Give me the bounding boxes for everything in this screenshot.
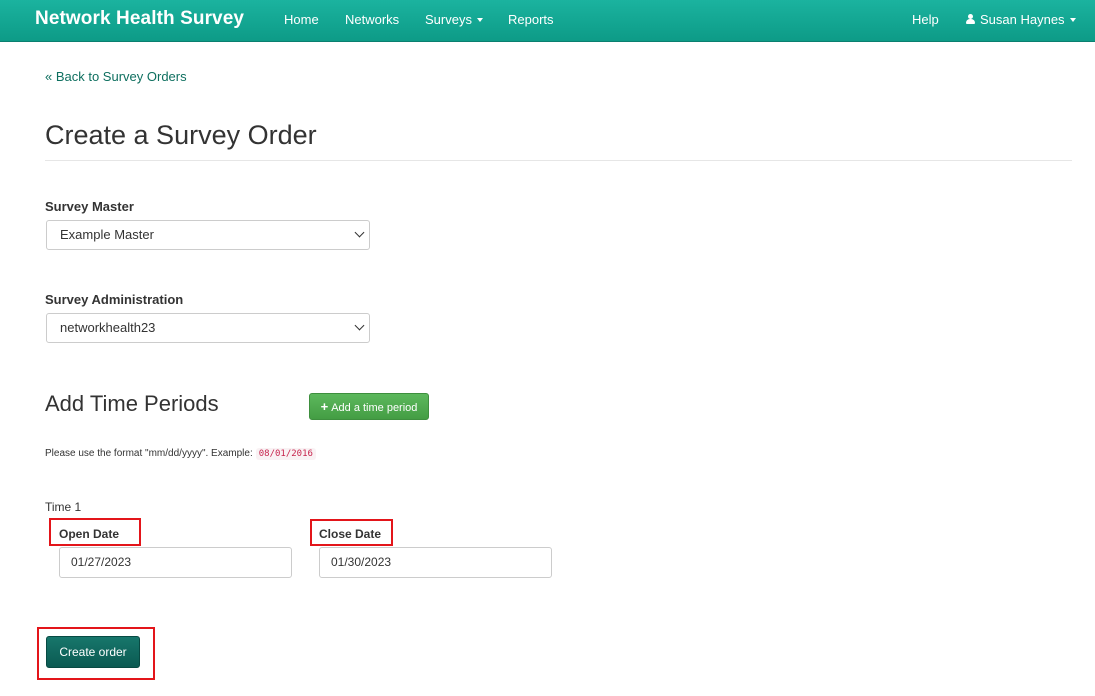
survey-master-value: Example Master	[60, 227, 154, 242]
back-to-survey-orders-link[interactable]: « Back to Survey Orders	[45, 69, 187, 84]
survey-master-label: Survey Master	[45, 199, 134, 214]
open-date-input[interactable]: 01/27/2023	[59, 547, 292, 578]
title-divider	[45, 160, 1072, 161]
nav-surveys[interactable]: Surveys	[425, 12, 483, 27]
user-menu[interactable]: Susan Haynes	[966, 12, 1076, 27]
close-date-input[interactable]: 01/30/2023	[319, 547, 552, 578]
caret-down-icon	[476, 17, 483, 22]
nav-home[interactable]: Home	[284, 12, 319, 27]
date-format-hint-text: Please use the format "mm/dd/yyyy". Exam…	[45, 448, 253, 459]
add-time-period-button[interactable]: + Add a time period	[309, 393, 429, 420]
chevron-down-icon	[354, 320, 365, 331]
top-navbar: Network Health Survey Home Networks Surv…	[0, 0, 1095, 42]
nav-help[interactable]: Help	[912, 12, 939, 27]
survey-administration-value: networkhealth23	[60, 320, 156, 335]
add-time-period-label: Add a time period	[331, 402, 418, 414]
caret-down-icon	[1069, 17, 1076, 22]
date-format-example: 08/01/2016	[255, 448, 316, 460]
user-name: Susan Haynes	[980, 12, 1065, 27]
survey-administration-select[interactable]: networkhealth23	[46, 313, 370, 343]
survey-master-select[interactable]: Example Master	[46, 220, 370, 250]
survey-administration-label: Survey Administration	[45, 292, 184, 307]
plus-icon: +	[320, 399, 329, 414]
chevron-down-icon	[354, 227, 365, 238]
nav-reports[interactable]: Reports	[508, 12, 554, 27]
nav-networks[interactable]: Networks	[345, 12, 399, 27]
user-icon	[966, 14, 975, 24]
add-time-periods-heading: Add Time Periods	[45, 391, 219, 416]
nav-surveys-label: Surveys	[425, 12, 472, 27]
create-order-button[interactable]: Create order	[46, 636, 140, 668]
brand-logo[interactable]: Network Health Survey	[35, 8, 244, 30]
close-date-label: Close Date	[319, 527, 382, 541]
date-format-hint: Please use the format "mm/dd/yyyy". Exam…	[45, 448, 316, 460]
open-date-label: Open Date	[59, 527, 120, 541]
page-title: Create a Survey Order	[45, 120, 317, 150]
time-period-label: Time 1	[45, 500, 82, 514]
